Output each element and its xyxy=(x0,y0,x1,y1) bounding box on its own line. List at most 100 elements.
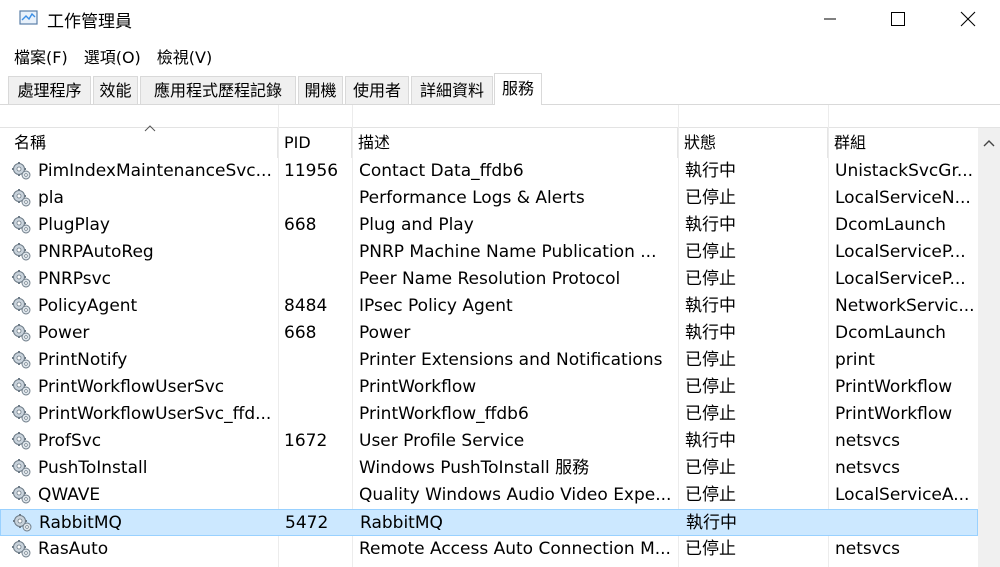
menu-options[interactable]: 選項(O) xyxy=(84,40,141,70)
gear-service-icon xyxy=(11,458,33,478)
service-name-cell: PimIndexMaintenanceSvc... xyxy=(38,161,272,181)
gear-service-icon xyxy=(11,539,33,559)
status-cell: 執行中 xyxy=(685,431,736,451)
pid-cell xyxy=(284,401,348,428)
table-row[interactable]: PlugPlay 668 Plug and Play 執行中 DcomLaunch xyxy=(0,212,978,239)
tab-performance[interactable]: 效能 xyxy=(93,76,138,104)
status-cell: 已停止 xyxy=(685,485,736,505)
gear-service-icon xyxy=(11,350,33,370)
group-cell: LocalServiceP... xyxy=(835,269,966,289)
close-button[interactable] xyxy=(933,0,1000,38)
tab-processes[interactable]: 處理程序 xyxy=(8,76,91,104)
table-row[interactable]: RasAuto Remote Access Auto Connection M..… xyxy=(0,536,978,563)
service-name-cell: RabbitMQ xyxy=(39,513,122,533)
service-name-cell: PNRPsvc xyxy=(38,269,111,289)
gear-service-icon xyxy=(11,485,33,505)
group-cell: netsvcs xyxy=(835,431,901,451)
tab-details[interactable]: 詳細資料 xyxy=(411,76,493,104)
status-cell: 執行中 xyxy=(686,513,737,533)
status-cell: 已停止 xyxy=(685,539,736,559)
window-title: 工作管理員 xyxy=(47,12,132,32)
minimize-button[interactable] xyxy=(795,0,865,38)
title-bar[interactable]: 工作管理員 xyxy=(0,0,1000,38)
table-row[interactable]: PrintNotify Printer Extensions and Notifi… xyxy=(0,347,978,374)
tab-startup[interactable]: 開機 xyxy=(298,76,343,104)
pid-cell xyxy=(284,239,348,266)
column-header-name[interactable]: 名稱 xyxy=(8,125,278,158)
minimize-icon xyxy=(824,18,836,20)
service-name-cell: PlugPlay xyxy=(38,215,110,235)
tab-bar: 處理程序 效能 應用程式歷程記錄 開機 使用者 詳細資料 服務 xyxy=(0,73,1000,105)
maximize-button[interactable] xyxy=(863,0,933,38)
table-row[interactable]: PushToInstall Windows PushToInstall 服務 已停止… xyxy=(0,455,978,482)
service-name-cell: PushToInstall xyxy=(38,458,148,478)
gear-service-icon xyxy=(11,431,33,451)
gear-service-icon xyxy=(12,513,34,533)
description-cell: Quality Windows Audio Video Expe... xyxy=(359,485,671,505)
column-header-pid[interactable]: PID xyxy=(278,128,352,158)
description-cell: IPsec Policy Agent xyxy=(359,296,513,316)
group-cell: UnistackSvcGr... xyxy=(835,161,974,181)
service-name-cell: PolicyAgent xyxy=(38,296,138,316)
services-panel: 名稱 PID 描述 狀態 群組 PimIndexMaintenanceSvc..… xyxy=(0,105,1000,567)
pid-cell xyxy=(284,455,348,482)
gear-service-icon xyxy=(11,404,33,424)
table-row[interactable]: PNRPAutoReg PNRP Machine Name Publication… xyxy=(0,239,978,266)
service-name-cell: pla xyxy=(38,188,64,208)
group-cell: LocalServiceN... xyxy=(835,188,971,208)
tab-services[interactable]: 服務 xyxy=(494,73,542,105)
description-cell: Contact Data_ffdb6 xyxy=(359,161,524,181)
group-cell: NetworkServic... xyxy=(835,296,975,316)
scroll-up-button[interactable] xyxy=(978,136,1000,150)
status-cell: 已停止 xyxy=(685,350,736,370)
gear-service-icon xyxy=(11,188,33,208)
group-cell: PrintWorkflow xyxy=(835,377,953,397)
description-cell: Power xyxy=(359,323,411,343)
gear-service-icon xyxy=(11,296,33,316)
tab-app-history[interactable]: 應用程式歷程記錄 xyxy=(140,76,296,104)
column-header-label: 名稱 xyxy=(14,133,47,152)
table-row[interactable]: PrintWorkflowUserSvc PrintWorkflow 已停止 Prin… xyxy=(0,374,978,401)
menu-view[interactable]: 檢視(V) xyxy=(157,40,212,70)
description-cell: Windows PushToInstall 服務 xyxy=(359,458,590,478)
service-name-cell: PNRPAutoReg xyxy=(38,242,154,262)
pid-cell xyxy=(284,185,348,212)
description-cell: User Profile Service xyxy=(359,431,525,451)
tab-users[interactable]: 使用者 xyxy=(345,76,409,104)
table-row[interactable]: PrintWorkflowUserSvc_ffd... PrintWorkflow… xyxy=(0,401,978,428)
gear-service-icon xyxy=(11,215,33,235)
description-cell: Remote Access Auto Connection M... xyxy=(359,539,671,559)
table-row[interactable]: QWAVE Quality Windows Audio Video Expe...… xyxy=(0,482,978,509)
status-cell: 執行中 xyxy=(685,161,736,181)
table-row[interactable]: PimIndexMaintenanceSvc... 11956 Contact Da… xyxy=(0,158,978,185)
description-cell: PrintWorkflow_ffdb6 xyxy=(359,404,529,424)
close-icon xyxy=(960,11,976,27)
vertical-scrollbar[interactable] xyxy=(978,128,1000,567)
gear-service-icon xyxy=(11,269,33,289)
table-row[interactable]: Power 668 Power 執行中 DcomLaunch xyxy=(0,320,978,347)
pid-cell xyxy=(284,482,348,509)
service-name-cell: QWAVE xyxy=(38,485,101,505)
table-row[interactable]: PolicyAgent 8484 IPsec Policy Agent 執行中 Netw… xyxy=(0,293,978,320)
pid-cell xyxy=(284,374,348,401)
group-cell: DcomLaunch xyxy=(835,215,946,235)
sort-up-icon xyxy=(144,125,156,132)
group-cell: PrintWorkflow xyxy=(835,404,953,424)
column-header-group[interactable]: 群組 xyxy=(828,128,978,158)
status-cell: 執行中 xyxy=(685,323,736,343)
service-name-cell: PrintWorkflowUserSvc_ffd... xyxy=(38,404,272,424)
group-cell: LocalServiceP... xyxy=(835,242,966,262)
status-cell: 已停止 xyxy=(685,377,736,397)
service-name-cell: PrintWorkflowUserSvc xyxy=(38,377,225,397)
description-cell: PNRP Machine Name Publication ... xyxy=(359,242,657,262)
menu-file[interactable]: 檔案(F) xyxy=(14,40,68,70)
table-row[interactable]: PNRPsvc Peer Name Resolution Protocol 已停止 L… xyxy=(0,266,978,293)
description-cell: RabbitMQ xyxy=(360,513,443,533)
pid-cell xyxy=(284,266,348,293)
column-header-status[interactable]: 狀態 xyxy=(678,128,828,158)
table-row[interactable]: ProfSvc 1672 User Profile Service 執行中 netsvc… xyxy=(0,428,978,455)
pid-cell: 5472 xyxy=(285,513,329,533)
table-row[interactable]: RabbitMQ 5472 RabbitMQ 執行中 xyxy=(0,509,978,536)
table-row[interactable]: pla Performance Logs & Alerts 已停止 LocalServ… xyxy=(0,185,978,212)
column-header-description[interactable]: 描述 xyxy=(352,128,678,158)
